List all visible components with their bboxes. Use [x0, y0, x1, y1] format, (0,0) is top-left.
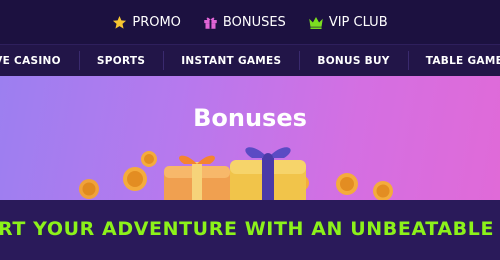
welcome-banner[interactable]: RT YOUR ADVENTURE WITH AN UNBEATABLE WEL… — [0, 200, 500, 260]
nav-item-table-games[interactable]: TABLE GAMES — [407, 45, 500, 76]
top-bar: PROMO BONUSES VIP CLUB — [0, 0, 500, 44]
gift-icon — [204, 17, 217, 29]
coin-icon — [79, 179, 99, 199]
nav-item-sports[interactable]: SPORTS — [78, 45, 163, 76]
coin-icon — [123, 167, 147, 191]
nav-item-bonus-buy[interactable]: BONUS BUY — [299, 45, 407, 76]
nav-item-live-casino[interactable]: IVE CASINO — [0, 45, 79, 76]
coin-icon — [373, 181, 393, 200]
promo-link[interactable]: PROMO — [112, 15, 181, 30]
page-title: Bonuses — [193, 104, 307, 132]
welcome-banner-text: RT YOUR ADVENTURE WITH AN UNBEATABLE WEL… — [0, 218, 500, 240]
purple-gift-icon — [230, 147, 306, 200]
vip-club-label: VIP CLUB — [328, 14, 388, 30]
star-icon — [113, 15, 127, 29]
vip-club-link[interactable]: VIP CLUB — [308, 15, 388, 30]
hero-banner: Bonuses — [0, 76, 500, 200]
promo-label: PROMO — [132, 14, 181, 30]
bonuses-label: BONUSES — [222, 14, 286, 30]
nav-item-instant-games[interactable]: INSTANT GAMES — [163, 45, 299, 76]
crown-icon — [309, 16, 323, 29]
coin-icon — [141, 151, 157, 167]
coin-icon — [336, 173, 358, 195]
category-nav: IVE CASINO SPORTS INSTANT GAMES BONUS BU… — [0, 44, 500, 76]
bonuses-link[interactable]: BONUSES — [203, 15, 286, 30]
